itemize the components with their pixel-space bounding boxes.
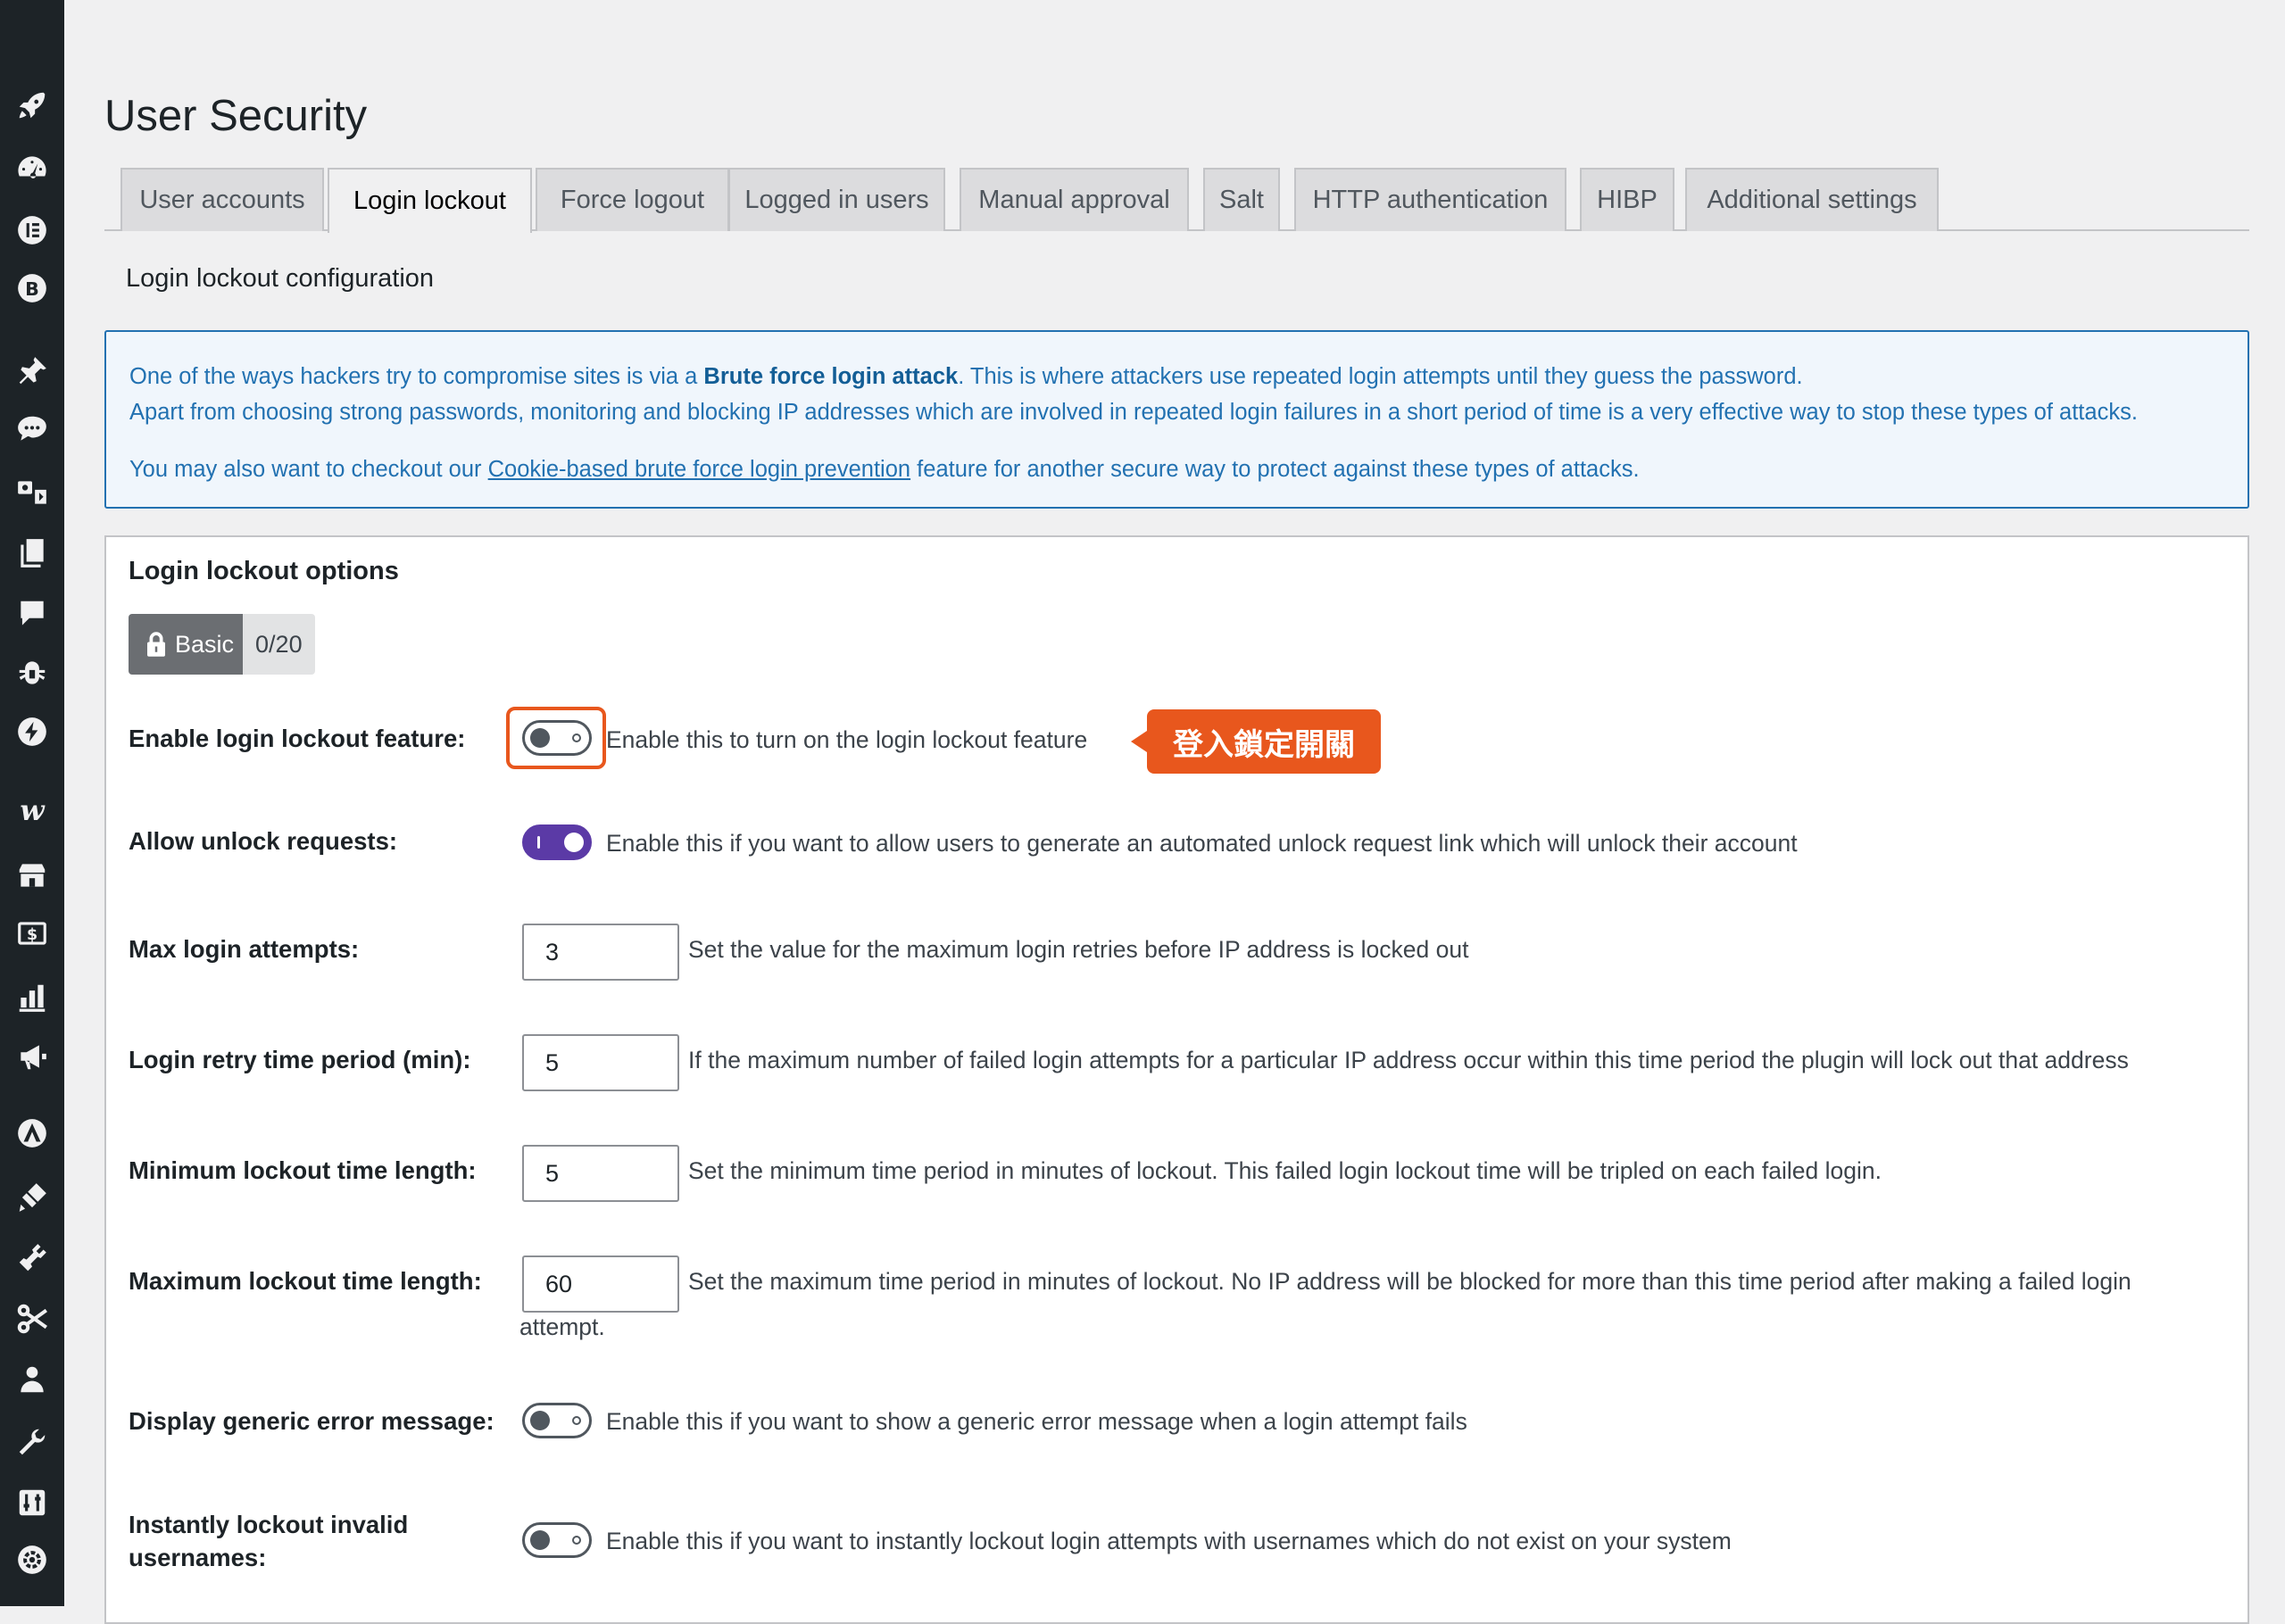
settings-icon[interactable] bbox=[11, 1538, 54, 1581]
tab-user-accounts[interactable]: User accounts bbox=[120, 168, 324, 231]
comment-icon[interactable] bbox=[11, 592, 54, 635]
badge-score: 0/20 bbox=[243, 614, 315, 675]
retry-period-input[interactable] bbox=[522, 1034, 679, 1091]
toggle-on-mark bbox=[537, 836, 540, 849]
woo-icon[interactable]: w bbox=[11, 789, 54, 832]
max-attempts-label: Max login attempts: bbox=[129, 935, 360, 963]
astra-icon[interactable] bbox=[11, 1112, 54, 1155]
notice-emphasis: Brute force login attack bbox=[703, 364, 959, 389]
min-lockout-desc: Set the minimum time period in minutes o… bbox=[688, 1157, 1882, 1184]
toggle-knob bbox=[530, 1411, 550, 1430]
toggle-knob bbox=[564, 833, 584, 852]
store-icon[interactable] bbox=[11, 854, 54, 897]
appearance-icon[interactable] bbox=[11, 1176, 54, 1219]
notice-line-1: One of the ways hackers try to compromis… bbox=[129, 359, 2248, 394]
elementor-icon[interactable] bbox=[11, 209, 54, 252]
notice-text: One of the ways hackers try to compromis… bbox=[129, 364, 704, 389]
scissors-icon[interactable] bbox=[11, 1297, 54, 1340]
allow-unlock-desc: Enable this if you want to allow users t… bbox=[606, 830, 1798, 857]
retry-period-desc: If the maximum number of failed login at… bbox=[688, 1047, 2129, 1073]
bolt-circle-icon[interactable] bbox=[11, 710, 54, 753]
tab-login-lockout[interactable]: Login lockout bbox=[328, 168, 532, 233]
notice-text: feature for another secure way to protec… bbox=[910, 457, 1640, 482]
bold-b-icon[interactable]: B bbox=[11, 267, 54, 310]
sliders-icon[interactable] bbox=[11, 1481, 54, 1524]
lockout-options-panel: Login lockout options Basic 0/20 Enable … bbox=[104, 535, 2249, 1624]
admin-sidebar: B w $ bbox=[0, 0, 64, 1606]
comments-icon[interactable] bbox=[11, 408, 54, 451]
badge-level: Basic bbox=[129, 614, 244, 675]
media-icon[interactable] bbox=[11, 471, 54, 514]
instant-lockout-desc: Enable this if you want to instantly loc… bbox=[606, 1528, 1732, 1554]
notice-text: . This is where attackers use repeated l… bbox=[958, 364, 1803, 389]
tab-bar: User accounts Login lockout Force logout… bbox=[104, 168, 2249, 233]
max-attempts-desc: Set the value for the maximum login retr… bbox=[688, 936, 1469, 963]
generic-error-desc: Enable this if you want to show a generi… bbox=[606, 1408, 1467, 1435]
callout-annotation: 登入鎖定開關 bbox=[1131, 709, 1381, 774]
section-heading: Login lockout configuration bbox=[126, 264, 435, 293]
svg-text:w: w bbox=[20, 794, 46, 827]
allow-unlock-toggle[interactable] bbox=[522, 824, 592, 860]
users-icon[interactable] bbox=[11, 1358, 54, 1401]
toggle-off-mark bbox=[572, 733, 581, 742]
allow-unlock-label: Allow unlock requests: bbox=[129, 827, 398, 855]
megaphone-icon[interactable] bbox=[11, 1035, 54, 1078]
tab-hibp[interactable]: HIBP bbox=[1580, 168, 1674, 231]
rocket-icon[interactable] bbox=[11, 84, 54, 127]
tab-force-logout[interactable]: Force logout bbox=[536, 168, 729, 231]
svg-text:$: $ bbox=[27, 926, 37, 944]
generic-error-label: Display generic error message: bbox=[129, 1407, 494, 1435]
max-lockout-desc-continued: attempt. bbox=[519, 1313, 605, 1340]
min-lockout-label: Minimum lockout time length: bbox=[129, 1156, 477, 1184]
tab-manual-approval[interactable]: Manual approval bbox=[960, 168, 1189, 231]
max-lockout-desc: Set the maximum time period in minutes o… bbox=[688, 1268, 2131, 1295]
dashboard-icon[interactable] bbox=[11, 146, 54, 189]
plugins-icon[interactable] bbox=[11, 1237, 54, 1280]
badge-level-text: Basic bbox=[175, 630, 235, 658]
max-attempts-input[interactable] bbox=[522, 924, 679, 981]
retry-period-label: Login retry time period (min): bbox=[129, 1046, 471, 1073]
tab-logged-in-users[interactable]: Logged in users bbox=[728, 168, 945, 231]
notice-line-3: You may also want to checkout our Cookie… bbox=[129, 452, 2248, 487]
tab-additional-settings[interactable]: Additional settings bbox=[1685, 168, 1939, 231]
toggle-knob bbox=[530, 728, 550, 748]
bug-icon[interactable] bbox=[11, 651, 54, 694]
instant-lockout-toggle[interactable] bbox=[522, 1522, 592, 1558]
dollar-icon[interactable]: $ bbox=[11, 912, 54, 955]
toggle-off-mark bbox=[572, 1536, 581, 1545]
cookie-prevention-link[interactable]: Cookie-based brute force login preventio… bbox=[488, 457, 910, 482]
pin-icon[interactable] bbox=[11, 350, 54, 393]
panel-title: Login lockout options bbox=[129, 557, 399, 585]
tab-http-authentication[interactable]: HTTP authentication bbox=[1294, 168, 1566, 231]
toggle-knob bbox=[530, 1530, 550, 1550]
instant-lockout-label: Instantly lockout invalid usernames: bbox=[129, 1508, 408, 1574]
tab-salt[interactable]: Salt bbox=[1203, 168, 1280, 231]
generic-error-toggle[interactable] bbox=[522, 1403, 592, 1438]
min-lockout-input[interactable] bbox=[522, 1145, 679, 1202]
max-lockout-label: Maximum lockout time length: bbox=[129, 1267, 482, 1295]
info-notice: One of the ways hackers try to compromis… bbox=[104, 330, 2249, 509]
security-level-badge: Basic 0/20 bbox=[129, 614, 315, 675]
svg-text:B: B bbox=[25, 278, 39, 300]
max-lockout-input[interactable] bbox=[522, 1255, 679, 1313]
pages-icon[interactable] bbox=[11, 532, 54, 575]
chart-icon[interactable] bbox=[11, 976, 54, 1019]
enable-lockout-desc: Enable this to turn on the login lockout… bbox=[606, 726, 1088, 753]
notice-text: You may also want to checkout our bbox=[129, 457, 488, 482]
tools-icon[interactable] bbox=[11, 1421, 54, 1463]
page-title: User Security bbox=[104, 92, 368, 140]
enable-lockout-label: Enable login lockout feature: bbox=[129, 725, 466, 752]
instant-lockout-label-line1: Instantly lockout invalid bbox=[129, 1511, 409, 1538]
lock-icon bbox=[147, 632, 165, 657]
notice-line-2: Apart from choosing strong passwords, mo… bbox=[129, 400, 2138, 425]
toggle-off-mark bbox=[572, 1416, 581, 1425]
enable-lockout-toggle[interactable] bbox=[522, 720, 592, 756]
instant-lockout-label-line2: usernames: bbox=[129, 1544, 267, 1571]
